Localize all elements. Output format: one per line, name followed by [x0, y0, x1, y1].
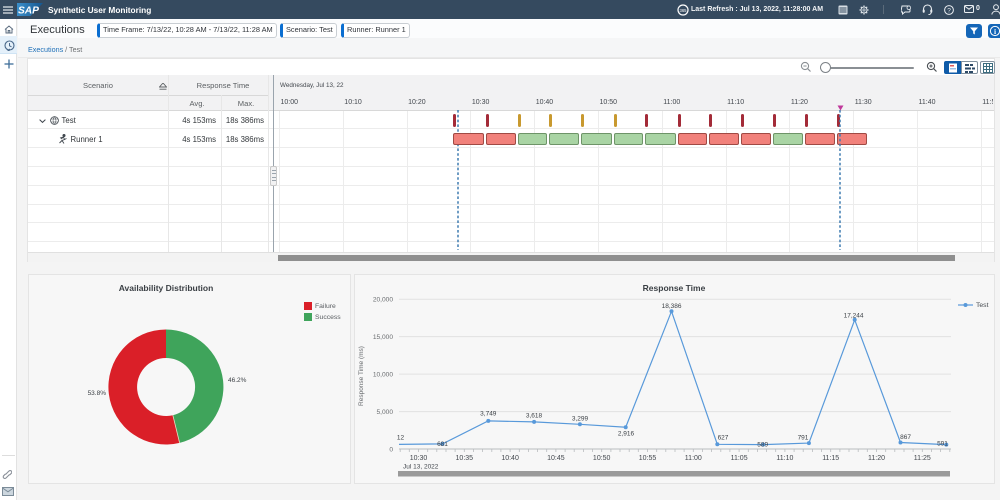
svg-text:10:45: 10:45	[547, 455, 565, 462]
svg-text:867: 867	[900, 434, 911, 441]
svg-text:10:35: 10:35	[456, 455, 474, 462]
svg-text:Jul 13, 2022: Jul 13, 2022	[403, 464, 439, 471]
svg-text:20,000: 20,000	[373, 297, 394, 304]
svg-text:589: 589	[757, 442, 768, 449]
svg-text:10:40: 10:40	[501, 455, 519, 462]
svg-text:3,618: 3,618	[526, 413, 543, 420]
svg-text:11:15: 11:15	[822, 455, 839, 462]
svg-text:3,749: 3,749	[480, 411, 497, 418]
svg-text:591: 591	[937, 441, 948, 448]
svg-text:10,000: 10,000	[373, 371, 394, 378]
svg-text:11:00: 11:00	[685, 455, 702, 462]
svg-text:0: 0	[389, 446, 393, 453]
svg-text:10:50: 10:50	[593, 455, 611, 462]
svg-text:10:55: 10:55	[639, 455, 657, 462]
svg-text:11:05: 11:05	[731, 455, 748, 462]
svg-text:SAP: SAP	[18, 6, 39, 16]
svg-text:2,916: 2,916	[618, 430, 635, 437]
svg-text:681: 681	[437, 441, 448, 448]
svg-text:365: 365	[680, 8, 688, 13]
svg-text:?: ?	[947, 7, 951, 14]
svg-text:i: i	[994, 27, 996, 36]
svg-text:3,299: 3,299	[572, 416, 589, 423]
svg-text:11:10: 11:10	[776, 455, 793, 462]
svg-text:5,000: 5,000	[376, 409, 393, 416]
svg-text:17,244: 17,244	[844, 313, 864, 320]
svg-text:15,000: 15,000	[373, 334, 394, 341]
svg-text:18,386: 18,386	[662, 303, 682, 310]
svg-text:11:25: 11:25	[914, 455, 931, 462]
svg-text:12: 12	[397, 435, 405, 442]
svg-text:10:30: 10:30	[410, 455, 428, 462]
svg-text:11:20: 11:20	[868, 455, 885, 462]
svg-text:791: 791	[798, 435, 809, 442]
svg-text:627: 627	[718, 435, 729, 442]
